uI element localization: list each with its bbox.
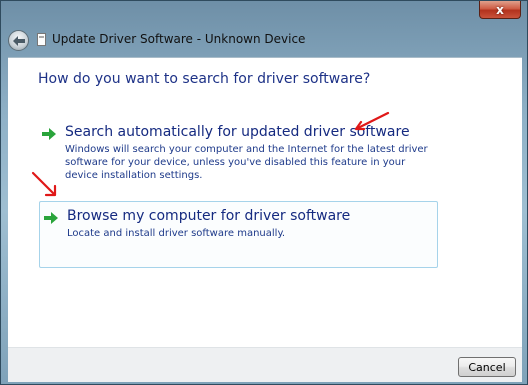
option-description: Windows will search your computer and th…	[65, 144, 428, 181]
red-annotation-arrow	[354, 111, 390, 131]
green-arrow-icon	[44, 212, 58, 224]
dialog-window: x Update Driver Software - Unknown Devic…	[0, 0, 528, 385]
close-button[interactable]: x	[479, 1, 521, 19]
option-title: Browse my computer for driver software	[67, 208, 351, 224]
main-content: How do you want to search for driver sof…	[8, 57, 522, 348]
red-annotation-arrow	[31, 171, 57, 197]
title-bar: x Update Driver Software - Unknown Devic…	[1, 1, 528, 57]
window-title: Update Driver Software - Unknown Device	[52, 32, 306, 46]
browse-computer-option[interactable]: Browse my computer for driver software L…	[39, 201, 438, 268]
cancel-button[interactable]: Cancel	[458, 357, 516, 377]
back-button[interactable]	[8, 30, 29, 51]
page-heading: How do you want to search for driver sof…	[38, 71, 371, 87]
option-description: Locate and install driver software manua…	[67, 228, 286, 239]
dialog-footer: Cancel	[8, 347, 522, 382]
device-icon	[37, 33, 46, 46]
back-arrow-icon	[12, 35, 25, 46]
green-arrow-icon	[42, 128, 56, 140]
close-icon: x	[496, 2, 504, 17]
